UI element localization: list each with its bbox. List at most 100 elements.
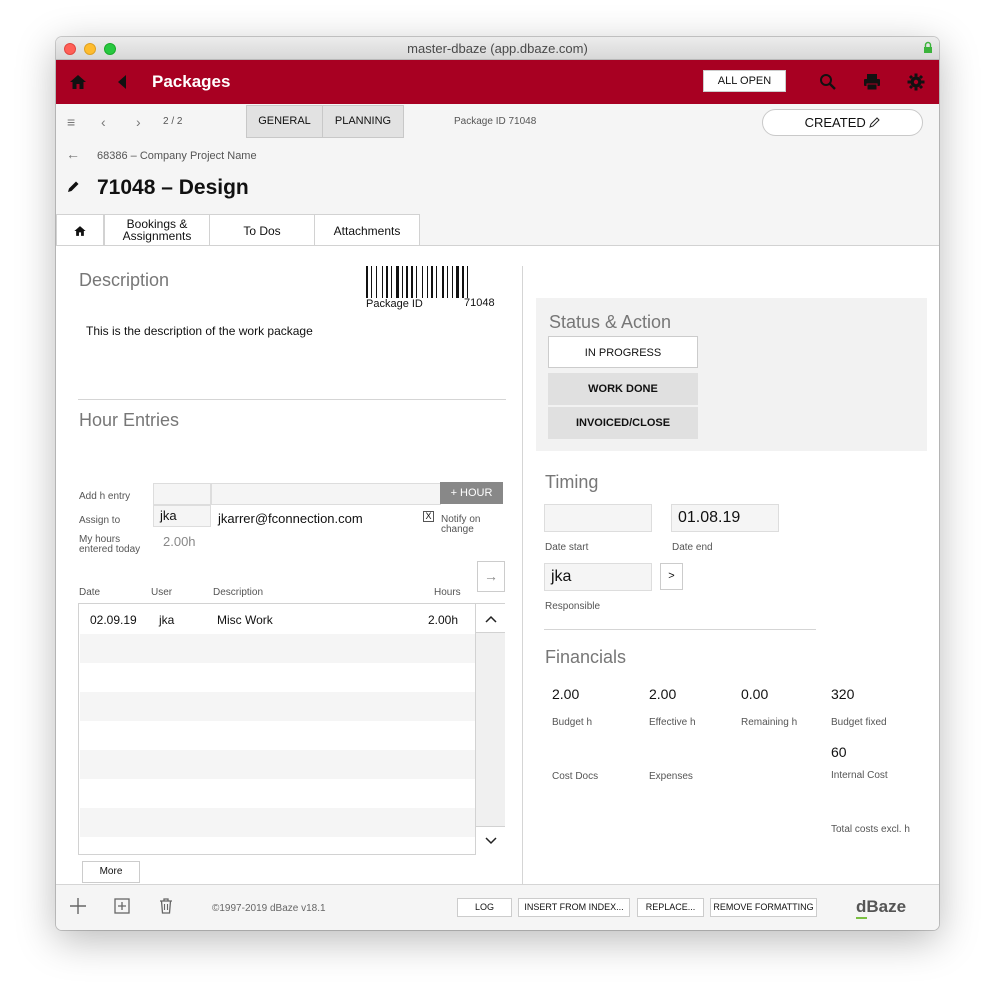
financials-heading: Financials	[545, 647, 627, 667]
record-pager: 2 / 2	[163, 116, 183, 127]
work-done-button[interactable]: WORK DONE	[548, 373, 698, 405]
all-open-button[interactable]: ALL OPEN	[703, 70, 786, 92]
tab-todos[interactable]: To Dos	[209, 214, 315, 246]
responsible-select-button[interactable]: >	[660, 563, 683, 590]
table-row-empty	[80, 634, 475, 663]
log-button[interactable]: LOG	[457, 898, 512, 917]
hour-entries-heading: Hour Entries	[79, 410, 180, 430]
window-title: master-dbaze (app.dbaze.com)	[407, 41, 588, 56]
breadcrumb[interactable]: 68386 – Company Project Name	[97, 150, 257, 162]
col-date: Date	[79, 587, 101, 598]
forward-arrow-button[interactable]: →	[477, 561, 505, 592]
effective-h-label: Effective h	[649, 717, 696, 728]
effective-h-value: 2.00	[649, 686, 677, 702]
add-hour-button[interactable]: + HOUR	[440, 482, 503, 504]
gear-icon[interactable]	[906, 72, 926, 92]
hour-entries-table: 02.09.19 jka Misc Work 2.00h	[78, 603, 505, 855]
col-hours: Hours	[434, 587, 461, 598]
responsible-field[interactable]: jka	[544, 563, 652, 591]
insert-from-index-button[interactable]: INSERT FROM INDEX...	[518, 898, 630, 917]
scroll-up-button[interactable]	[476, 604, 505, 633]
in-progress-button[interactable]: IN PROGRESS	[548, 336, 698, 368]
date-end-field[interactable]: 01.08.19	[671, 504, 779, 532]
date-start-field[interactable]	[544, 504, 652, 532]
tab-planning[interactable]: PLANNING	[322, 105, 404, 138]
divider	[544, 629, 816, 630]
next-record-icon[interactable]: ›	[136, 114, 141, 130]
table-row[interactable]: 02.09.19 jka Misc Work 2.00h	[80, 605, 475, 634]
budget-h-label: Budget h	[552, 717, 593, 728]
footer-bar: ©1997-2019 dBaze v18.1 LOG INSERT FROM I…	[56, 884, 939, 930]
copyright-text: ©1997-2019 dBaze v18.1	[212, 903, 326, 914]
table-scrollbar[interactable]	[475, 604, 505, 855]
more-button[interactable]: More	[82, 861, 140, 883]
table-row-empty	[80, 663, 475, 692]
duplicate-icon[interactable]	[113, 897, 131, 915]
dbaze-logo: dBaze	[856, 897, 907, 916]
assign-to-label: Assign to	[79, 515, 121, 526]
column-divider	[522, 266, 523, 893]
table-row-empty	[80, 721, 475, 750]
tab-attachments[interactable]: Attachments	[314, 214, 420, 246]
col-description: Description	[213, 587, 264, 598]
divider	[78, 399, 506, 400]
status-label: CREATED	[804, 115, 866, 130]
my-hours-label: My hours entered today	[79, 534, 141, 555]
record-toolbar: ≡ ‹ › 2 / 2 GENERAL PLANNING Package ID …	[56, 104, 939, 140]
module-title: Packages	[152, 72, 231, 91]
replace-button[interactable]: REPLACE...	[637, 898, 704, 917]
home-icon[interactable]	[68, 72, 88, 92]
notify-label: Notify on change	[441, 514, 481, 535]
edit-pencil-icon	[869, 117, 881, 128]
back-arrow-icon[interactable]: ←	[66, 146, 80, 162]
assign-email: jkarrer@fconnection.com	[218, 511, 363, 526]
tab-general[interactable]: GENERAL	[246, 105, 323, 138]
cost-docs-label: Cost Docs	[552, 771, 599, 782]
assign-user-field[interactable]: jka	[153, 505, 211, 527]
total-costs-label: Total costs excl. h	[831, 824, 910, 835]
date-start-label: Date start	[545, 542, 589, 553]
notify-checkbox[interactable]: X	[423, 511, 434, 522]
previous-record-icon[interactable]: ‹	[101, 114, 106, 130]
add-icon[interactable]	[69, 897, 87, 915]
my-hours-value: 2.00h	[163, 534, 196, 549]
edit-title-icon[interactable]	[67, 180, 80, 193]
logo-underline	[856, 917, 867, 919]
app-window: master-dbaze (app.dbaze.com) Packages AL…	[56, 37, 939, 930]
list-menu-icon[interactable]: ≡	[67, 114, 75, 130]
package-id-label: Package ID 71048	[454, 116, 537, 127]
remove-formatting-button[interactable]: REMOVE FORMATTING	[710, 898, 817, 917]
search-icon[interactable]	[818, 72, 838, 92]
record-header: ← 68386 – Company Project Name 71048 – D…	[56, 140, 939, 246]
cell-description: Misc Work	[217, 613, 273, 627]
timing-heading: Timing	[545, 472, 599, 492]
cell-user: jka	[159, 613, 175, 627]
col-user: User	[151, 587, 173, 598]
barcode-number: 71048	[464, 297, 495, 309]
cell-date: 02.09.19	[90, 613, 137, 627]
scroll-down-button[interactable]	[476, 826, 505, 855]
description-heading: Description	[79, 270, 170, 290]
invoiced-close-button[interactable]: INVOICED/CLOSE	[548, 407, 698, 439]
chevron-down-icon	[484, 837, 497, 845]
back-triangle-icon[interactable]	[112, 72, 132, 92]
tab-home[interactable]	[56, 214, 104, 246]
tab-bookings-assignments[interactable]: Bookings & Assignments	[104, 214, 210, 246]
description-text[interactable]: This is the description of the work pack…	[86, 324, 313, 338]
trash-icon[interactable]	[157, 897, 175, 915]
status-action-panel: Status & Action IN PROGRESS WORK DONE IN…	[536, 298, 927, 451]
hour-description-field[interactable]	[211, 483, 441, 505]
print-icon[interactable]	[862, 72, 882, 92]
remaining-h-label: Remaining h	[741, 717, 798, 728]
table-row-empty	[80, 692, 475, 721]
home-icon	[74, 226, 86, 236]
table-row-empty	[80, 750, 475, 779]
hour-amount-field[interactable]	[153, 483, 211, 505]
internal-cost-value: 60	[831, 744, 847, 760]
responsible-label: Responsible	[545, 601, 601, 612]
date-end-label: Date end	[672, 542, 713, 553]
status-button[interactable]: CREATED	[762, 109, 923, 136]
expenses-label: Expenses	[649, 771, 693, 782]
chevron-up-icon	[484, 615, 497, 623]
budget-fixed-label: Budget fixed	[831, 717, 887, 728]
